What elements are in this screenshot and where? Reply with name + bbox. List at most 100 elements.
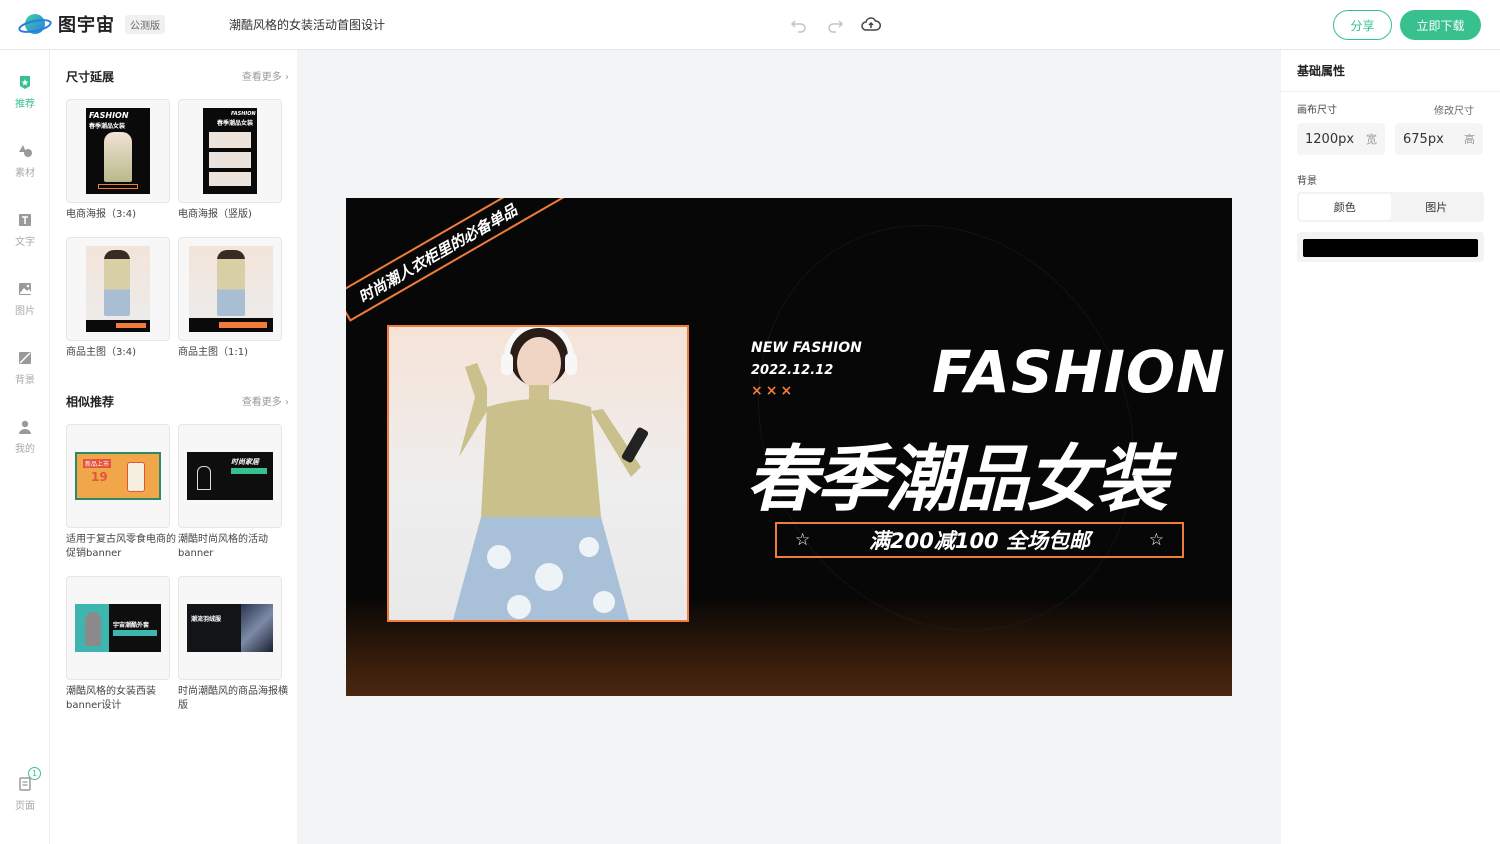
rail-item-text[interactable]: 文字	[0, 212, 50, 262]
template-card[interactable]: FASHION 春季潮品女装	[66, 99, 170, 203]
rail-item-images[interactable]: 图片	[0, 281, 50, 331]
document-title[interactable]: 潮酷风格的女装活动首图设计	[229, 16, 385, 33]
height-input[interactable]: 675px 高	[1395, 123, 1483, 155]
thumb-text: 时尚家居	[231, 458, 259, 466]
template-card[interactable]: 时尚家居	[178, 424, 282, 528]
planet-logo-icon	[18, 14, 52, 34]
properties-title: 基础属性	[1297, 64, 1346, 78]
undo-button[interactable]	[788, 14, 810, 36]
thumb-promo-box	[219, 322, 267, 328]
template-card[interactable]	[66, 237, 170, 341]
template-thumbnail: 潮流羽绒服	[187, 604, 273, 652]
background-color-swatch[interactable]	[1303, 239, 1478, 257]
background-label: 背景	[1297, 176, 1317, 187]
rail-item-background[interactable]: 背景	[0, 350, 50, 400]
template-thumbnail	[189, 246, 273, 332]
logo[interactable]: 图宇宙 公测版	[18, 11, 165, 37]
resize-link[interactable]: 修改尺寸	[1434, 102, 1474, 117]
model-figure	[217, 250, 245, 316]
template-thumbnail: 宇宙潮酷外套	[75, 604, 161, 652]
template-card[interactable]	[178, 237, 282, 341]
thumb-image-strip	[209, 152, 251, 168]
thumb-image-strip	[209, 132, 251, 148]
redo-icon	[828, 20, 844, 33]
download-button[interactable]: 立即下载	[1400, 10, 1481, 40]
card-label: 电商海报（竖版)	[178, 209, 252, 220]
slogan-ribbon[interactable]: 时尚潮人衣柜里的必备单品 ☆	[346, 198, 584, 322]
image-icon	[19, 283, 31, 295]
model-figure	[104, 132, 132, 182]
pages-count-badge: 1	[28, 767, 41, 780]
bg-tab-color[interactable]: 颜色	[1299, 194, 1391, 220]
thumb-promo-box	[98, 184, 138, 189]
fashion-heading[interactable]: FASHION	[932, 338, 1226, 406]
promo-text: 满200减100 全场包邮	[869, 529, 1090, 553]
thumb-number: 19	[91, 470, 108, 484]
rail-item-materials[interactable]: 素材	[0, 143, 50, 193]
properties-panel: 基础属性 画布尺寸 修改尺寸 1200px 宽 675px 高 背景 颜色 图片	[1281, 50, 1500, 844]
lamp-figure	[197, 466, 211, 490]
main-headline[interactable]: 春季潮品女装	[746, 420, 1168, 525]
rail-label: 文字	[15, 237, 35, 248]
template-card[interactable]: 潮流羽绒服	[178, 576, 282, 680]
size-section-more-link[interactable]: 查看更多 ›	[242, 68, 289, 83]
background-type-toggle: 颜色 图片	[1297, 192, 1484, 222]
model-figure	[85, 612, 101, 646]
rail-label: 素材	[15, 168, 35, 179]
undo-icon	[790, 20, 806, 33]
top-bar: 图宇宙 公测版 潮酷风格的女装活动首图设计 分享 立即下载	[0, 0, 1500, 50]
model-photo[interactable]	[387, 325, 689, 622]
rail-item-pages[interactable]: 页面	[0, 776, 50, 826]
template-thumbnail: FASHION 春季潮品女装	[203, 108, 257, 194]
bg-tab-image[interactable]: 图片	[1391, 194, 1483, 220]
card-label: 时尚潮酷风的商品海报横版	[178, 686, 288, 711]
rail-label: 背景	[15, 375, 35, 386]
properties-header: 基础属性	[1281, 50, 1500, 92]
thumb-tag	[231, 468, 267, 474]
card-label: 潮酷风格的女装西装banner设计	[66, 686, 156, 711]
share-button[interactable]: 分享	[1333, 10, 1392, 40]
card-label: 潮酷时尚风格的活动banner	[178, 534, 268, 559]
user-icon	[19, 420, 31, 434]
template-thumbnail: FASHION 春季潮品女装	[86, 108, 150, 194]
template-thumbnail: 新品上市 19	[75, 452, 161, 500]
more-label: 查看更多	[241, 72, 282, 83]
thumb-image-strip	[209, 172, 251, 186]
width-input[interactable]: 1200px 宽	[1297, 123, 1385, 155]
rail-label: 我的	[15, 444, 35, 455]
rail-item-mine[interactable]: 我的	[0, 419, 50, 469]
cross-marks[interactable]: ×××	[751, 383, 795, 399]
thumb-subtitle: 春季潮品女装	[217, 120, 254, 127]
new-fashion-text[interactable]: NEW FASHION	[751, 340, 862, 356]
thumb-text: 新品上市	[83, 459, 112, 468]
template-thumbnail	[86, 246, 150, 332]
design-canvas[interactable]: 时尚潮人衣柜里的必备单品 ☆ NEW FASHION 2022.12.12 ××…	[346, 198, 1232, 696]
thumb-subtitle: 春季潮品女装	[89, 123, 126, 130]
rail-item-recommend[interactable]: 推荐	[0, 74, 50, 124]
cloud-upload-icon	[861, 17, 881, 31]
date-text[interactable]: 2022.12.12	[751, 363, 833, 378]
model-figure	[104, 250, 130, 316]
height-value: 675px	[1403, 131, 1444, 147]
template-card[interactable]: 新品上市 19	[66, 424, 170, 528]
thumb-tag	[113, 630, 157, 636]
template-thumbnail: 时尚家居	[187, 452, 273, 500]
similar-section-more-link[interactable]: 查看更多 ›	[242, 393, 289, 408]
more-label: 查看更多	[241, 397, 282, 408]
background-icon	[19, 352, 31, 364]
template-card[interactable]: FASHION 春季潮品女装	[178, 99, 282, 203]
promo-box[interactable]: ☆ 满200减100 全场包邮 ☆	[775, 522, 1184, 558]
card-label: 商品主图（1:1)	[178, 347, 248, 358]
height-unit: 高	[1464, 133, 1475, 146]
card-label: 适用于复古风零食电商的促销banner	[66, 534, 176, 559]
star-icon: ☆	[1148, 530, 1164, 550]
background-color-field	[1297, 232, 1484, 262]
cloud-save-button[interactable]	[860, 14, 882, 36]
model-illustration	[453, 327, 649, 620]
redo-button[interactable]	[824, 14, 846, 36]
rail-label: 页面	[15, 801, 35, 812]
model-photo	[241, 604, 273, 652]
rail-label: 图片	[15, 306, 35, 317]
thumb-title: FASHION	[231, 111, 256, 117]
template-card[interactable]: 宇宙潮酷外套	[66, 576, 170, 680]
